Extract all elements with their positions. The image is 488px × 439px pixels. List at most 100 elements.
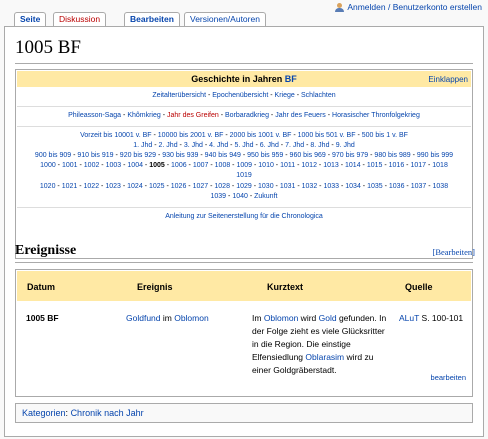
nav-link[interactable]: Jahr des Feuers [275, 112, 326, 119]
nav-link[interactable]: 1032 [302, 183, 318, 190]
nav-link[interactable]: 1020 [40, 183, 56, 190]
content-area: 1005 BF Geschichte in Jahren BF Einklapp… [4, 26, 484, 437]
nav-link[interactable]: 1011 [280, 162, 295, 169]
nav-link[interactable]: Zukunft [254, 193, 277, 200]
nav-link[interactable]: 1027 [193, 183, 209, 190]
navbox-title-link[interactable]: BF [285, 74, 297, 84]
nav-link[interactable]: Khômkrieg [127, 112, 160, 119]
nav-divider [17, 207, 471, 208]
nav-link[interactable]: 1017 [410, 162, 426, 169]
nav-link[interactable]: 7. Jhd [285, 142, 304, 149]
nav-link[interactable]: 1013 [323, 162, 339, 169]
nav-link[interactable]: 1007 [193, 162, 209, 169]
guide-link[interactable]: Anleitung zur Seitenerstellung für die C… [165, 213, 323, 220]
header-quelle: Quelle [405, 282, 433, 292]
nav-link[interactable]: 9. Jhd [336, 142, 355, 149]
nav-link[interactable]: Kriege [275, 92, 295, 99]
nav-row-decades: 900 bis 909 - 910 bis 919 - 920 bis 929 … [17, 151, 471, 161]
nav-link[interactable]: 3. Jhd [184, 142, 203, 149]
nav-link[interactable]: 1035 [367, 183, 383, 190]
nav-link[interactable]: 500 bis 1 v. BF [362, 132, 408, 139]
nav-link[interactable]: 960 bis 969 [290, 152, 326, 159]
nav-link[interactable]: 1000 [40, 162, 56, 169]
nav-link[interactable]: 5. Jhd [234, 142, 253, 149]
ereignis-place-link[interactable]: Oblomon [174, 313, 209, 323]
nav-link[interactable]: 1037 [411, 183, 427, 190]
collapse-link[interactable]: Einklappen [428, 72, 468, 88]
nav-link[interactable]: 1022 [84, 183, 100, 190]
nav-link[interactable]: Schlachten [301, 92, 336, 99]
tab-bearbeiten[interactable]: Bearbeiten [124, 12, 180, 26]
nav-link[interactable]: 1029 [236, 183, 252, 190]
nav-link[interactable]: Zeitalterübersicht [152, 92, 206, 99]
nav-link[interactable]: 1009 [236, 162, 252, 169]
nav-link[interactable]: 8. Jhd [310, 142, 329, 149]
nav-link[interactable]: 4. Jhd [209, 142, 228, 149]
section-edit-link[interactable]: [Bearbeiten] [433, 247, 475, 257]
row-edit-link[interactable]: bearbeiten [431, 373, 466, 382]
nav-link[interactable]: 940 bis 949 [205, 152, 241, 159]
kurztext-link-oblomon[interactable]: Oblomon [264, 313, 299, 323]
nav-link[interactable]: 1021 [62, 183, 78, 190]
categories-label[interactable]: Kategorien [22, 408, 66, 418]
nav-link[interactable]: 1000 bis 501 v. BF [298, 132, 356, 139]
nav-link[interactable]: 1. Jhd [133, 142, 152, 149]
kurztext-link-gold[interactable]: Gold [319, 313, 337, 323]
nav-link[interactable]: 1039 [211, 193, 227, 200]
nav-link[interactable]: 1024 [127, 183, 143, 190]
nav-link[interactable]: 1023 [105, 183, 121, 190]
events-table: Datum Ereignis Kurztext Quelle 1005 BF G… [15, 269, 473, 397]
nav-link[interactable]: 1010 [258, 162, 274, 169]
nav-link[interactable]: 1036 [389, 183, 405, 190]
ereignis-link[interactable]: Goldfund [126, 313, 161, 323]
nav-link[interactable]: 1028 [214, 183, 230, 190]
kurztext-link-oblarasim[interactable]: Oblarasim [305, 352, 344, 362]
nav-link[interactable]: Epochenübersicht [212, 92, 268, 99]
nav-link[interactable]: 900 bis 909 [35, 152, 71, 159]
nav-link[interactable]: 1034 [345, 183, 361, 190]
nav-link[interactable]: 1031 [280, 183, 296, 190]
category-chronik[interactable]: Chronik nach Jahr [71, 408, 144, 418]
nav-link[interactable]: 1001 [62, 162, 78, 169]
nav-row-overview: Zeitalterübersicht - Epochenübersicht - … [17, 91, 471, 101]
nav-link[interactable]: 1025 [149, 183, 165, 190]
nav-link[interactable]: 950 bis 959 [247, 152, 283, 159]
nav-link[interactable]: 920 bis 929 [120, 152, 156, 159]
nav-link[interactable]: 1019 [236, 172, 252, 179]
nav-link[interactable]: 10000 bis 2001 v. BF [158, 132, 224, 139]
nav-link[interactable]: 1006 [171, 162, 187, 169]
tab-seite[interactable]: Seite [14, 12, 47, 26]
nav-link[interactable]: 1040 [232, 193, 248, 200]
nav-link[interactable]: 1002 [84, 162, 100, 169]
nav-link[interactable]: Phileasson-Saga [68, 112, 121, 119]
nav-link[interactable]: 990 bis 999 [417, 152, 453, 159]
nav-link[interactable]: 1003 [106, 162, 122, 169]
nav-link[interactable]: 6. Jhd [260, 142, 279, 149]
nav-link[interactable]: 970 bis 979 [332, 152, 368, 159]
nav-link[interactable]: 1018 [432, 162, 448, 169]
nav-link[interactable]: 1030 [258, 183, 274, 190]
nav-link[interactable]: 1004 [127, 162, 143, 169]
nav-link[interactable]: 1012 [301, 162, 317, 169]
nav-link[interactable]: 1026 [171, 183, 187, 190]
nav-link[interactable]: 930 bis 939 [162, 152, 198, 159]
nav-link[interactable]: 2. Jhd [159, 142, 178, 149]
nav-link[interactable]: 1014 [345, 162, 361, 169]
nav-link[interactable]: 1008 [215, 162, 231, 169]
tab-diskussion[interactable]: Diskussion [53, 12, 107, 26]
tab-versionen[interactable]: Versionen/Autoren [184, 12, 266, 26]
login-link[interactable]: Anmelden / Benutzerkonto erstellen [347, 2, 482, 12]
nav-link[interactable]: 980 bis 989 [374, 152, 410, 159]
nav-link[interactable]: 2000 bis 1001 v. BF [230, 132, 292, 139]
nav-link[interactable]: 910 bis 919 [77, 152, 113, 159]
nav-link[interactable]: 1033 [323, 183, 339, 190]
nav-row-years-2: 1020 - 1021 - 1022 - 1023 - 1024 - 1025 … [17, 182, 471, 192]
quelle-link[interactable]: ALuT [399, 313, 419, 323]
nav-link[interactable]: Vorzeit bis 10001 v. BF [80, 132, 151, 139]
nav-link[interactable]: 1016 [389, 162, 405, 169]
nav-link[interactable]: 1038 [433, 183, 449, 190]
nav-link[interactable]: Borbaradkrieg [225, 112, 269, 119]
nav-link[interactable]: Jahr des Greifen [167, 112, 219, 119]
nav-link[interactable]: Horasischer Thronfolgekrieg [332, 112, 420, 119]
nav-link[interactable]: 1015 [367, 162, 383, 169]
